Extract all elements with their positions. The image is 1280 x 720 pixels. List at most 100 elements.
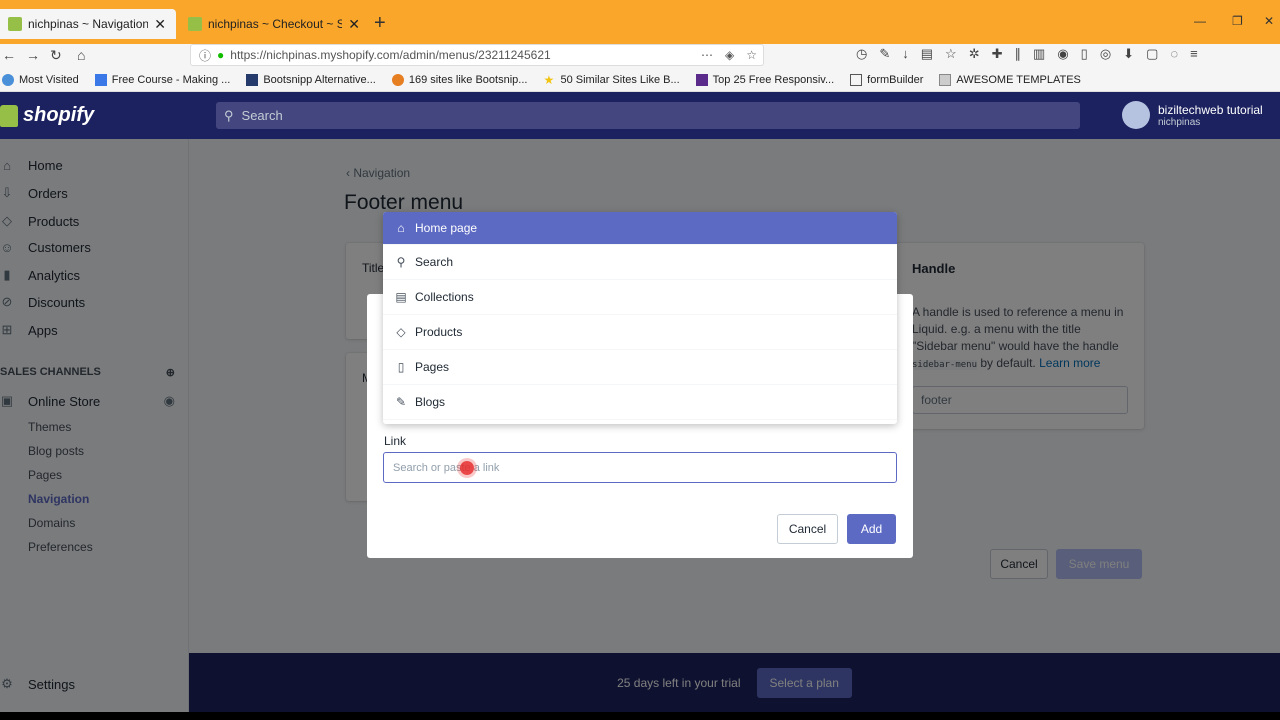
sidebar-icon[interactable]: ▥ xyxy=(1033,46,1045,62)
tag-icon: ◇ xyxy=(396,325,406,339)
lp-icon xyxy=(94,73,107,86)
logo-text: shopify xyxy=(23,104,95,126)
site-icon xyxy=(695,73,708,86)
settings-icon[interactable]: ✲ xyxy=(969,46,980,62)
search-placeholder: Search xyxy=(241,108,283,123)
toolbar-icons: ◷ ✎ ↓ ▤ ☆ ✲ ✚ ∥ ▥ ◉ ▯ ◎ ⬇ ▢ ◌ ≡ xyxy=(856,46,1198,62)
bookmark-star-icon[interactable]: ☆ xyxy=(746,48,757,62)
bookmark-label: Free Course - Making ... xyxy=(111,73,231,86)
star-icon[interactable]: ☆ xyxy=(945,46,957,62)
collections-icon: ▤ xyxy=(395,290,407,304)
home-icon[interactable]: ⌂ xyxy=(77,47,85,63)
reader-icon[interactable]: ▯ xyxy=(1081,46,1088,62)
browser-tab-navigation[interactable]: nichpinas ~ Navigation ~ New ✕ xyxy=(0,9,176,39)
bookmark-item[interactable]: Top 25 Free Responsiv... xyxy=(695,73,835,86)
extension-icon[interactable]: ✚ xyxy=(992,46,1003,62)
link-placeholder: Search or paste a link xyxy=(393,461,500,474)
history-icon[interactable]: ◷ xyxy=(856,46,867,62)
link-label: Link xyxy=(384,434,407,448)
bookmark-item[interactable]: ★ 50 Similar Sites Like B... xyxy=(543,74,679,86)
star-icon: ★ xyxy=(543,72,555,87)
blog-icon: ✎ xyxy=(395,395,407,409)
shop-name: nichpinas xyxy=(1158,116,1201,128)
bookmark-label: 50 Similar Sites Like B... xyxy=(560,73,680,86)
dropdown-item-collections[interactable]: ▤ Collections xyxy=(383,280,897,315)
pocket-icon[interactable]: ◈ xyxy=(725,48,734,62)
new-tab-icon[interactable]: + xyxy=(374,12,386,35)
menu-icon[interactable]: ≡ xyxy=(1190,46,1198,62)
dropdown-item-label: Products xyxy=(415,325,463,339)
reload-icon[interactable]: ↻ xyxy=(50,47,62,64)
tools-icon[interactable]: ✎ xyxy=(879,46,890,62)
restore-icon[interactable]: ❐ xyxy=(1232,14,1243,28)
bookmark-label: Bootsnipp Alternative... xyxy=(263,73,376,86)
info-icon[interactable]: ⓘ xyxy=(199,47,211,64)
bookmark-item[interactable]: Most Visited xyxy=(2,73,79,86)
print-icon[interactable]: ▤ xyxy=(921,46,933,62)
sites-icon xyxy=(391,73,404,86)
lock-icon: ● xyxy=(217,48,225,62)
more-icon[interactable]: ⋯ xyxy=(701,48,713,62)
shopify-favicon-icon xyxy=(188,17,202,31)
bookmark-item[interactable]: AWESOME TEMPLATES xyxy=(939,73,1081,86)
bookmark-label: Top 25 Free Responsiv... xyxy=(712,73,835,86)
bookmark-item[interactable]: formBuilder xyxy=(850,73,924,86)
dropdown-item-label: Blogs xyxy=(415,395,446,409)
page-icon: ▯ xyxy=(397,360,405,374)
search-icon: ⚲ xyxy=(396,255,406,269)
bookmark-label: Most Visited xyxy=(19,73,79,86)
form-icon xyxy=(850,73,863,86)
dropdown-item-blogs[interactable]: ✎ Blogs xyxy=(383,385,897,420)
dropdown-item-pages[interactable]: ▯ Pages xyxy=(383,350,897,385)
addon-icon[interactable]: ◉ xyxy=(1057,46,1068,62)
top-bar: shopify ⚲ Search biziltechweb tutorial n… xyxy=(0,92,1280,139)
bookmark-label: formBuilder xyxy=(867,73,924,86)
a-icon xyxy=(246,73,259,86)
browser-tab-bar: nichpinas ~ Navigation ~ New ✕ nichpinas… xyxy=(0,0,1280,44)
dropdown-item-home-page[interactable]: ⌂ Home page xyxy=(383,212,897,245)
modal-add-button[interactable]: Add xyxy=(847,514,896,544)
folder-icon xyxy=(939,73,952,86)
window-close-icon[interactable]: ✕ xyxy=(1264,14,1274,28)
shopify-logo[interactable]: shopify xyxy=(0,104,94,127)
link-suggestions-dropdown: ⌂ Home page ⚲ Search ▤ Collections ◇ Pro… xyxy=(383,212,897,424)
tab-label: nichpinas ~ Checkout ~ Shopif xyxy=(208,17,343,31)
screen-bottom-strip xyxy=(0,712,1280,720)
library-icon[interactable]: ∥ xyxy=(1015,46,1022,62)
download-icon[interactable]: ↓ xyxy=(902,46,909,62)
dropdown-item-label: Search xyxy=(415,255,454,269)
user-menu[interactable]: biziltechweb tutorial nichpinas xyxy=(1122,101,1263,129)
home-icon: ⌂ xyxy=(397,221,405,235)
dropdown-item-label: Pages xyxy=(415,360,450,374)
shopify-favicon-icon xyxy=(8,17,22,31)
save-icon[interactable]: ⬇ xyxy=(1123,46,1134,62)
shopify-bag-icon xyxy=(0,104,18,127)
dropdown-item-label: Home page xyxy=(415,221,478,235)
bookmark-label: AWESOME TEMPLATES xyxy=(956,73,1081,86)
bookmark-label: 169 sites like Bootsnip... xyxy=(408,73,528,86)
user-name: biziltechweb tutorial xyxy=(1158,102,1263,117)
close-icon[interactable]: ✕ xyxy=(348,16,360,33)
tab-label: nichpinas ~ Navigation ~ New xyxy=(28,17,149,31)
sync-icon[interactable]: ◌ xyxy=(1170,46,1178,62)
bookmark-item[interactable]: Free Course - Making ... xyxy=(94,73,231,86)
avatar xyxy=(1122,101,1150,129)
bookmark-item[interactable]: Bootsnipp Alternative... xyxy=(246,73,376,86)
modal-cancel-button[interactable]: Cancel xyxy=(777,514,838,544)
close-icon[interactable]: ✕ xyxy=(154,16,166,33)
screenshot-icon[interactable]: ◎ xyxy=(1100,46,1111,62)
search-input[interactable]: ⚲ Search xyxy=(216,102,1080,129)
dropdown-item-products[interactable]: ◇ Products xyxy=(383,315,897,350)
mouse-cursor-highlight xyxy=(460,461,474,475)
container-icon[interactable]: ▢ xyxy=(1146,46,1158,62)
browser-tab-checkout[interactable]: nichpinas ~ Checkout ~ Shopif ✕ xyxy=(180,9,370,39)
bookmark-item[interactable]: 169 sites like Bootsnip... xyxy=(391,73,528,86)
gear-icon xyxy=(2,73,14,86)
back-icon[interactable]: ← xyxy=(2,47,16,63)
dropdown-item-search[interactable]: ⚲ Search xyxy=(383,245,897,280)
browser-nav-bar: ← → ↻ ⌂ ⓘ ● https://nichpinas.myshopify.… xyxy=(0,44,1280,68)
minimize-icon[interactable]: — xyxy=(1194,14,1206,28)
forward-icon[interactable]: → xyxy=(26,47,40,63)
dropdown-item-label: Collections xyxy=(415,290,474,304)
url-bar[interactable]: ⓘ ● https://nichpinas.myshopify.com/admi… xyxy=(190,44,764,66)
